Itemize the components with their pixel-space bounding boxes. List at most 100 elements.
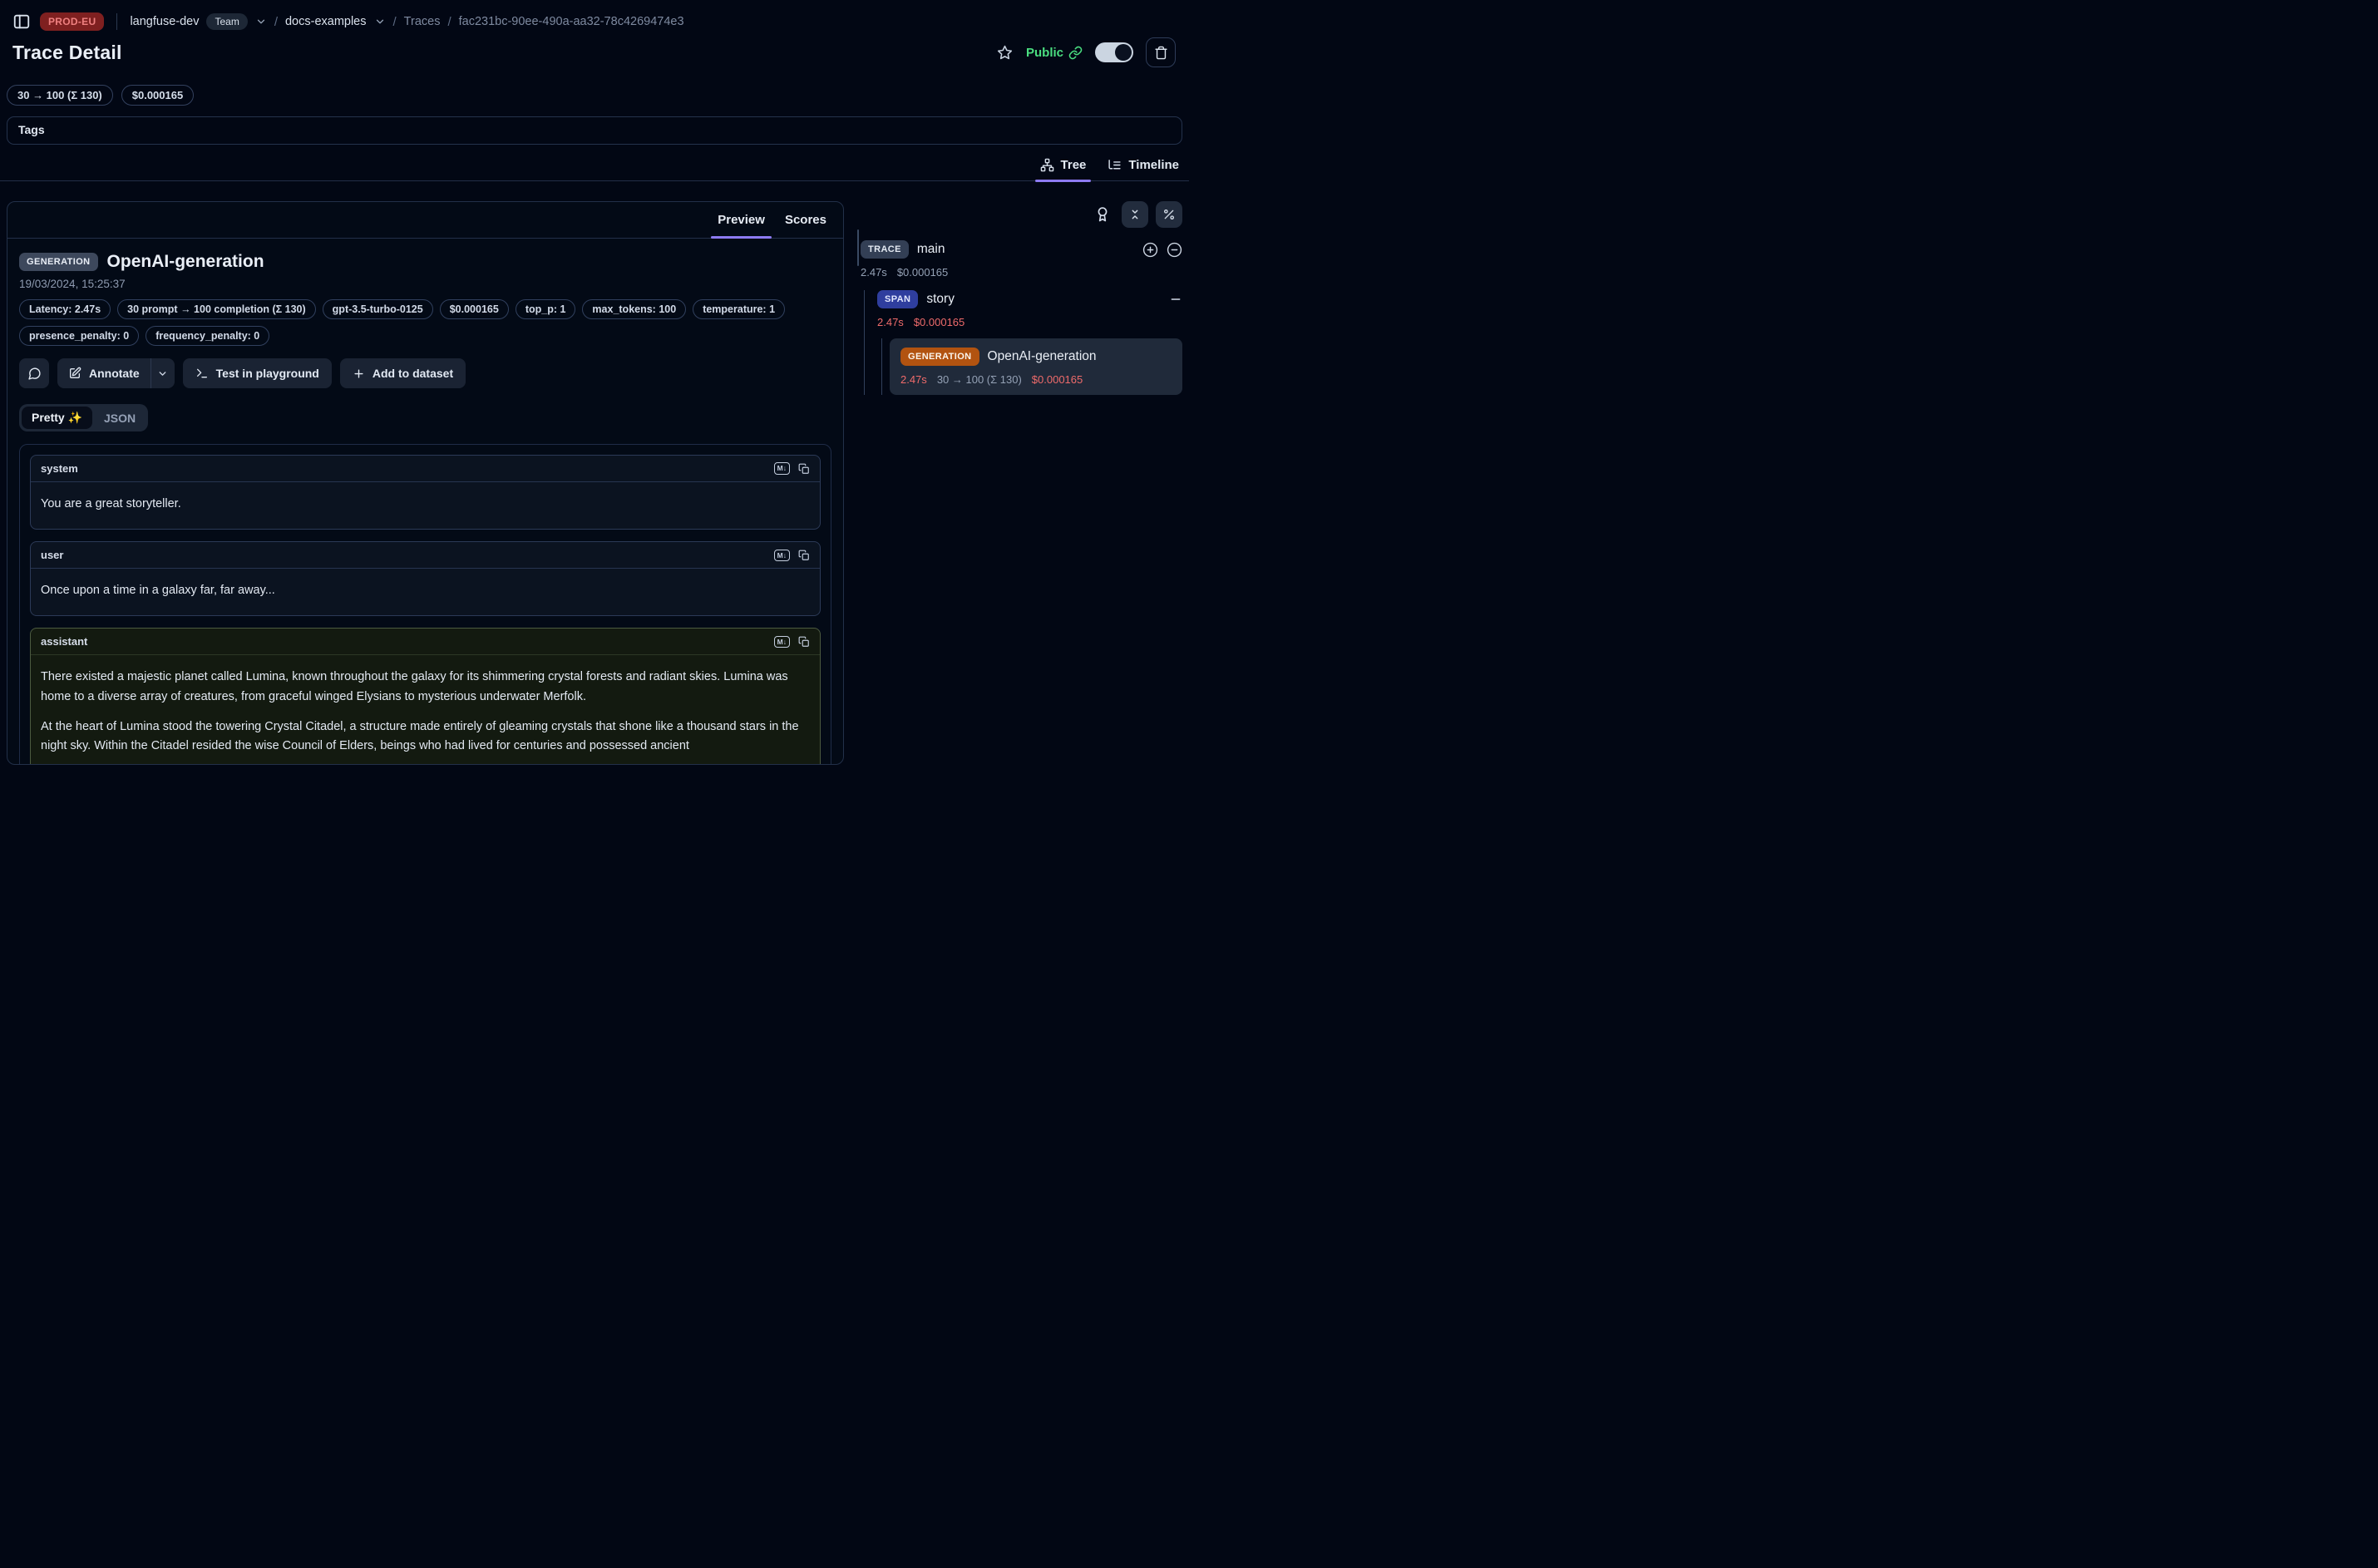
trace-tree-panel: TRACE main 2.47s $0.000165 SPAN story bbox=[861, 201, 1182, 765]
message-header: assistant M↓ bbox=[31, 629, 820, 655]
breadcrumb-trace-id: fac231bc-90ee-490a-aa32-78c4269474e3 bbox=[459, 15, 684, 28]
assistant-paragraph-1: There existed a majestic planet called L… bbox=[41, 668, 810, 706]
format-pretty-option[interactable]: Pretty ✨ bbox=[22, 407, 92, 429]
copy-button[interactable] bbox=[798, 550, 810, 561]
presence-penalty-badge: presence_penalty: 0 bbox=[19, 326, 139, 346]
org-type-badge: Team bbox=[206, 13, 247, 30]
add-to-dataset-button[interactable]: Add to dataset bbox=[340, 358, 466, 388]
markdown-toggle-icon[interactable]: M↓ bbox=[774, 462, 790, 474]
chevron-down-icon bbox=[157, 368, 168, 379]
toggle-metrics-button[interactable] bbox=[1156, 201, 1182, 228]
message-header-icons: M↓ bbox=[774, 462, 810, 474]
message-system: system M↓ You are a great storyteller. bbox=[30, 455, 821, 530]
comment-button[interactable] bbox=[19, 358, 49, 388]
observation-detail-card: Preview Scores GENERATION OpenAI-generat… bbox=[7, 201, 844, 765]
message-user: user M↓ Once upon a time in a galaxy far… bbox=[30, 541, 821, 616]
delete-trace-button[interactable] bbox=[1146, 37, 1176, 67]
model-badge[interactable]: gpt-3.5-turbo-0125 bbox=[323, 299, 433, 319]
timeline-icon bbox=[1108, 158, 1122, 172]
format-json-option[interactable]: JSON bbox=[94, 407, 146, 429]
tab-tree[interactable]: Tree bbox=[1040, 158, 1087, 180]
message-header: user M↓ bbox=[31, 542, 820, 569]
plus-icon bbox=[353, 367, 365, 380]
message-role: system bbox=[41, 462, 78, 475]
comment-icon bbox=[27, 367, 42, 381]
span-cost: $0.000165 bbox=[914, 316, 965, 328]
generation-type-badge: GENERATION bbox=[900, 348, 979, 366]
tree-children-level-1: SPAN story 2.47s $0.000165 GENERATION Op… bbox=[864, 290, 1182, 395]
test-in-playground-label: Test in playground bbox=[216, 367, 319, 380]
annotate-dropdown-button[interactable] bbox=[151, 358, 175, 388]
breadcrumb-separator: / bbox=[393, 15, 397, 29]
breadcrumb-separator: / bbox=[274, 15, 278, 29]
page-header: Trace Detail Public bbox=[0, 33, 1189, 65]
tree-children-level-2: GENERATION OpenAI-generation 2.47s 30 → … bbox=[881, 338, 1182, 395]
tree-node-generation-selected[interactable]: GENERATION OpenAI-generation 2.47s 30 → … bbox=[890, 338, 1182, 395]
collapse-all-button[interactable] bbox=[1122, 201, 1148, 228]
trace-metrics: 2.47s $0.000165 bbox=[861, 266, 1182, 279]
minus-circle-icon bbox=[1167, 242, 1182, 258]
panel-resize-handle[interactable] bbox=[857, 229, 859, 266]
chevron-down-icon[interactable] bbox=[374, 16, 386, 27]
observation-actions: Annotate Test in playground bbox=[19, 358, 831, 388]
bookmark-star-button[interactable] bbox=[996, 44, 1014, 62]
generation-cost: $0.000165 bbox=[1032, 373, 1083, 386]
minus-icon bbox=[1169, 293, 1182, 306]
collapse-node-button[interactable] bbox=[1169, 293, 1182, 306]
tree-node-trace[interactable]: TRACE main bbox=[861, 240, 1182, 259]
environment-badge[interactable]: PROD-EU bbox=[40, 12, 104, 31]
tags-label: Tags bbox=[18, 123, 45, 136]
message-content: You are a great storyteller. bbox=[31, 482, 820, 529]
message-content: There existed a majestic planet called L… bbox=[31, 655, 820, 764]
tags-container[interactable]: Tags bbox=[7, 116, 1182, 145]
message-assistant: assistant M↓ There existed a majestic pl… bbox=[30, 628, 821, 764]
collapse-tree-button[interactable] bbox=[1167, 242, 1182, 258]
tab-scores[interactable]: Scores bbox=[785, 202, 826, 238]
latency-badge: Latency: 2.47s bbox=[19, 299, 111, 319]
breadcrumb: langfuse-dev Team / docs-examples / Trac… bbox=[130, 13, 683, 30]
cost-badge: $0.000165 bbox=[440, 299, 509, 319]
trace-cost: $0.000165 bbox=[897, 266, 948, 279]
message-header-icons: M↓ bbox=[774, 550, 810, 561]
span-type-badge: SPAN bbox=[877, 290, 918, 308]
chevron-down-icon[interactable] bbox=[255, 16, 267, 27]
copy-icon bbox=[798, 463, 810, 475]
observation-header: GENERATION OpenAI-generation bbox=[19, 252, 831, 272]
annotate-button[interactable]: Annotate bbox=[57, 358, 150, 388]
fold-vertical-icon bbox=[1128, 208, 1142, 221]
breadcrumb-org[interactable]: langfuse-dev bbox=[130, 15, 199, 28]
tab-preview[interactable]: Preview bbox=[718, 202, 765, 238]
test-in-playground-button[interactable]: Test in playground bbox=[183, 358, 332, 388]
span-name: story bbox=[926, 292, 955, 307]
generation-row: GENERATION OpenAI-generation bbox=[900, 348, 1172, 366]
expand-all-button[interactable] bbox=[1142, 242, 1158, 258]
message-role: user bbox=[41, 549, 63, 561]
copy-button[interactable] bbox=[798, 463, 810, 475]
markdown-toggle-icon[interactable]: M↓ bbox=[774, 636, 790, 648]
trash-icon bbox=[1154, 46, 1168, 60]
tab-timeline-label: Timeline bbox=[1128, 158, 1179, 172]
star-icon bbox=[996, 44, 1014, 62]
span-latency: 2.47s bbox=[877, 316, 904, 328]
public-link-group[interactable]: Public bbox=[1026, 46, 1083, 60]
public-toggle[interactable] bbox=[1095, 42, 1133, 62]
observation-timestamp: 19/03/2024, 15:25:37 bbox=[19, 278, 831, 290]
copy-button[interactable] bbox=[798, 636, 810, 648]
observation-meta-badges: Latency: 2.47s 30 prompt → 100 completio… bbox=[19, 299, 831, 319]
message-header-icons: M↓ bbox=[774, 636, 810, 648]
frequency-penalty-badge: frequency_penalty: 0 bbox=[146, 326, 269, 346]
tree-node-span[interactable]: SPAN story bbox=[877, 290, 1182, 308]
observation-type-badge: GENERATION bbox=[19, 253, 98, 271]
generation-latency: 2.47s bbox=[900, 373, 927, 386]
message-role: assistant bbox=[41, 635, 87, 648]
breadcrumb-section-traces[interactable]: Traces bbox=[404, 15, 441, 28]
markdown-toggle-icon[interactable]: M↓ bbox=[774, 550, 790, 561]
annotate-label: Annotate bbox=[89, 367, 140, 380]
breadcrumb-project[interactable]: docs-examples bbox=[285, 15, 367, 28]
total-cost-badge: $0.000165 bbox=[121, 85, 194, 106]
add-to-dataset-label: Add to dataset bbox=[372, 367, 453, 380]
sidebar-toggle-button[interactable] bbox=[12, 12, 31, 31]
tab-timeline[interactable]: Timeline bbox=[1108, 158, 1179, 180]
award-icon[interactable] bbox=[1094, 206, 1111, 223]
topbar-divider bbox=[116, 13, 117, 30]
